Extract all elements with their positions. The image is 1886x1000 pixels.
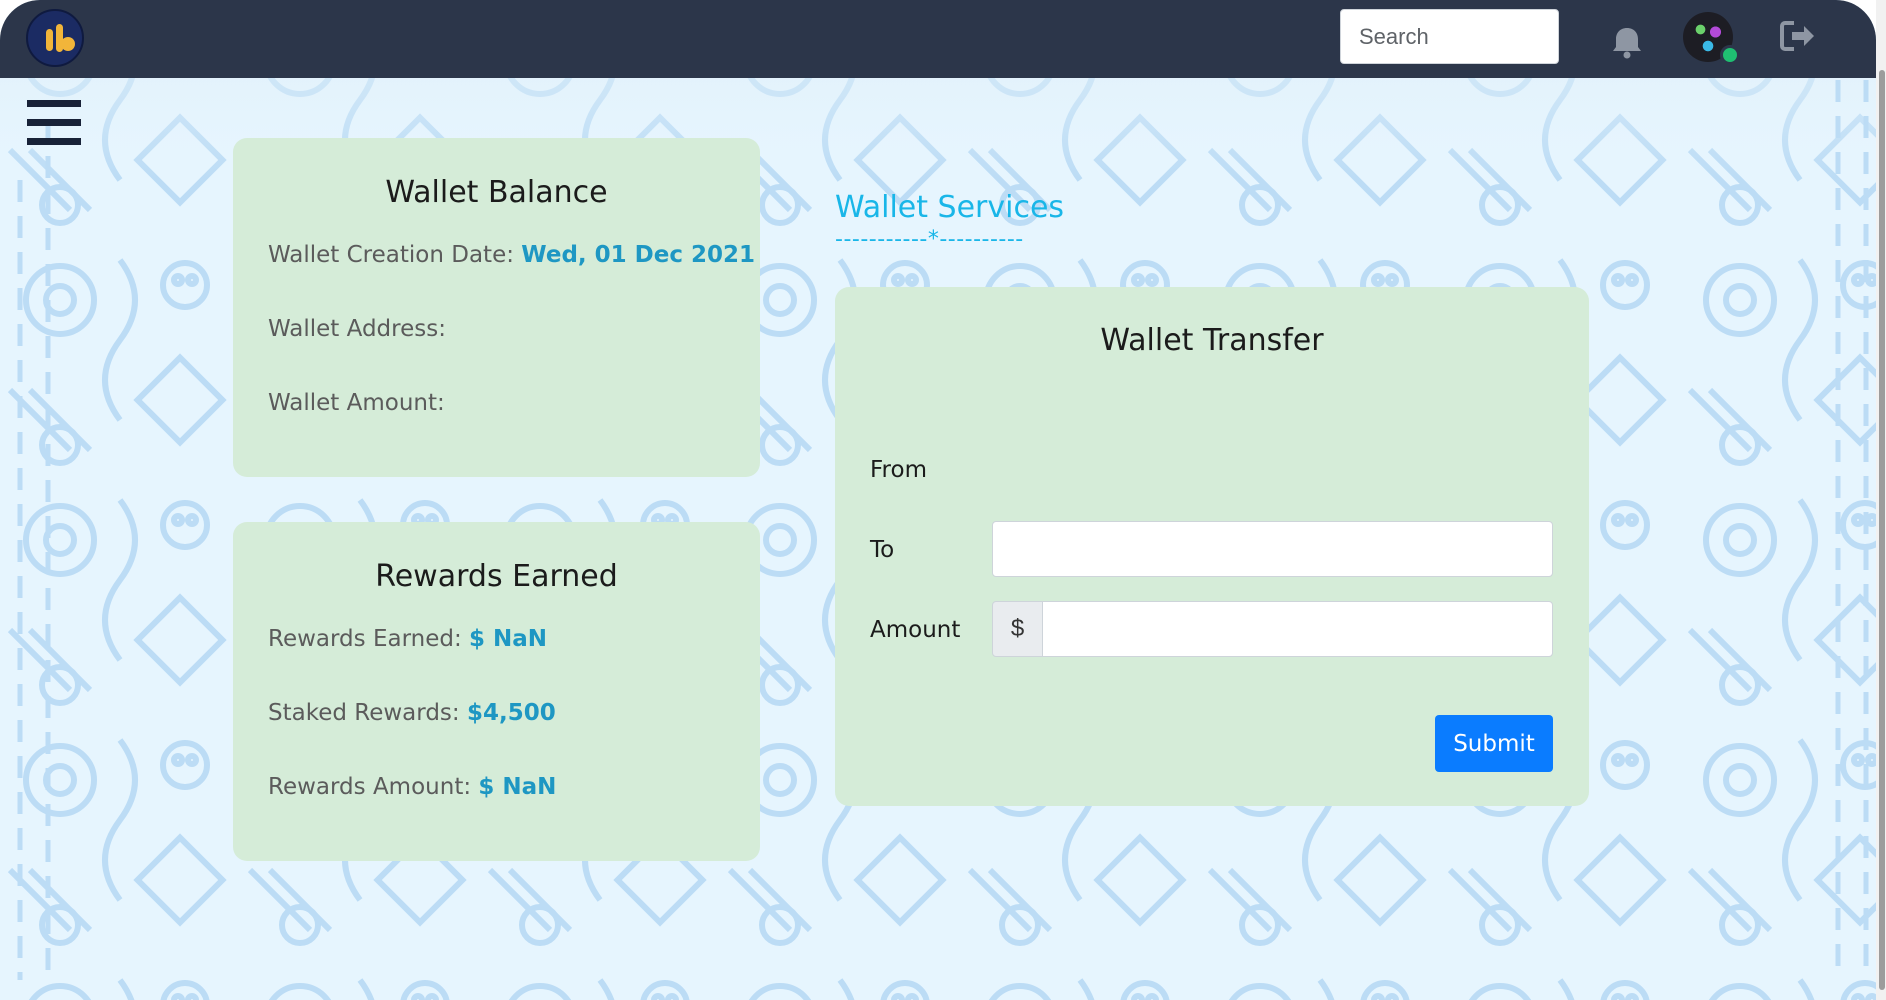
logout-icon[interactable] xyxy=(1780,20,1816,52)
wallet-transfer-title: Wallet Transfer xyxy=(1100,323,1324,358)
wallet-balance-card: Wallet Balance Wallet Creation Date: Wed… xyxy=(233,138,760,477)
wallet-creation-date-label: Wallet Creation Date: xyxy=(268,242,514,268)
wallet-services-divider: -----------*---------- xyxy=(835,227,1024,252)
wallet-creation-date-value: Wed, 01 Dec 2021 xyxy=(521,242,756,268)
brand-logo[interactable] xyxy=(26,9,84,67)
app-window: Wallet Balance Wallet Creation Date: Wed… xyxy=(0,0,1876,1000)
to-input[interactable] xyxy=(992,521,1553,577)
amount-label: Amount xyxy=(870,617,961,643)
rewards-amount-row: Rewards Amount: $ NaN xyxy=(268,774,556,800)
staked-rewards-value: $4,500 xyxy=(466,700,556,726)
submit-button[interactable]: Submit xyxy=(1435,715,1553,772)
online-status-icon xyxy=(1720,45,1740,65)
from-label: From xyxy=(870,457,927,483)
rewards-earned-title: Rewards Earned xyxy=(375,559,618,594)
scrollbar-thumb[interactable] xyxy=(1879,70,1885,990)
amount-input[interactable] xyxy=(1042,601,1553,657)
wallet-balance-title: Wallet Balance xyxy=(385,175,608,210)
search-input[interactable] xyxy=(1340,9,1559,64)
wallet-services-header: Wallet Services -----------*---------- xyxy=(835,190,1064,252)
hamburger-menu-icon[interactable] xyxy=(27,100,81,146)
to-label: To xyxy=(870,537,895,563)
wallet-address-label: Wallet Address: xyxy=(268,316,446,342)
bell-icon[interactable] xyxy=(1609,24,1645,60)
wallet-amount-label: Wallet Amount: xyxy=(268,390,445,416)
wallet-services-title: Wallet Services xyxy=(835,190,1065,225)
rewards-earned-label: Rewards Earned: xyxy=(268,626,462,652)
wallet-transfer-card: Wallet Transfer From To Amount $ Submit xyxy=(835,287,1589,806)
staked-rewards-label: Staked Rewards: xyxy=(268,700,460,726)
rewards-earned-row: Rewards Earned: $ NaN xyxy=(268,626,547,652)
rewards-amount-label: Rewards Amount: xyxy=(268,774,472,800)
wallet-creation-date: Wallet Creation Date: Wed, 01 Dec 2021 xyxy=(268,242,755,268)
staked-rewards-row: Staked Rewards: $4,500 xyxy=(268,700,556,726)
rewards-amount-value: $ NaN xyxy=(478,774,557,800)
top-navbar xyxy=(0,0,1876,78)
rewards-earned-value: $ NaN xyxy=(469,626,548,652)
rewards-earned-card: Rewards Earned Rewards Earned: $ NaN Sta… xyxy=(233,522,760,861)
currency-prefix: $ xyxy=(992,601,1043,657)
